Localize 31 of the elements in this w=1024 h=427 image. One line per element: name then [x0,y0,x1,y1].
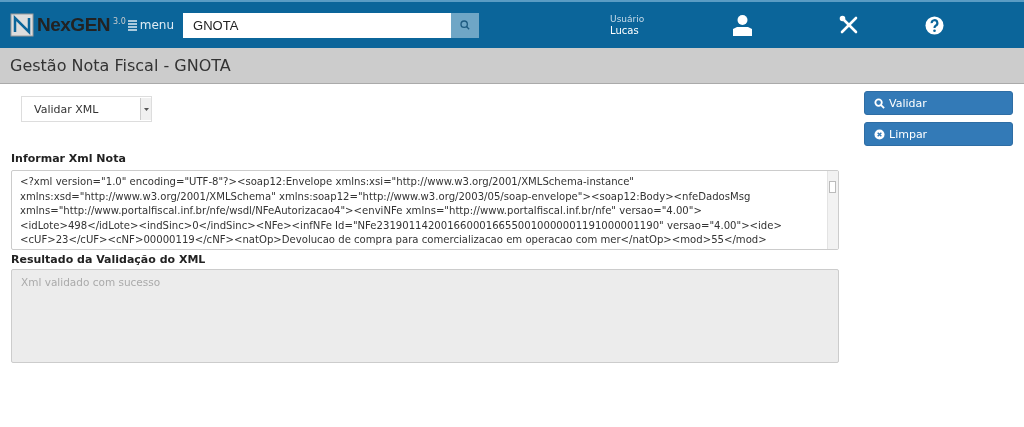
settings-button[interactable] [839,15,860,35]
user-icon [733,14,753,36]
caret-icon [143,107,149,111]
user-label: Usuário [610,14,645,25]
help-icon [925,15,945,35]
search-icon [460,20,471,30]
user-profile-button[interactable] [733,14,753,36]
close-circle-icon [874,128,885,140]
user-name: Lucas [610,25,640,36]
logo-text: NexGEN [37,14,111,36]
menu-icon [127,19,137,31]
validate-button[interactable]: Validar [864,91,1013,115]
xml-textarea[interactable] [11,170,839,250]
search-icon [874,97,885,109]
xml-line: <idLote>498</idLote><indSinc>0</indSinc><NFe><infNFe Id="NFe23190114200166000166550010000001191000001190" versao="4.00"><ide> [20,218,783,233]
tools-icon [839,15,860,35]
search-field[interactable]: GNOTA [183,12,452,38]
version-text: 3.0 [113,17,126,26]
page-title: Gestão Nota Fiscal - GNOTA [10,56,231,75]
action-dropdown[interactable]: Validar XML [21,96,152,122]
menu-button[interactable]: menu [127,18,175,32]
xml-line: xmlns="http://www.portalfiscal.inf.br/nfe/wsdl/NFeAutorizacao4"><enviNFe xmlns="http://www.portalfiscal.inf.br/nfe" versao="4.00"> [20,204,703,219]
clear-button[interactable]: Limpar [864,122,1013,146]
field-label: Informar Xml Nota [11,152,127,165]
help-button[interactable] [925,15,945,35]
xml-line: <?xml version="1.0" encoding="UTF-8"?><soap12:Envelope xmlns:xsi="http://www.w3.org/2001/XMLSchema-instance" [20,175,635,189]
logo-icon [10,13,34,37]
xml-line: xmlns:xsd="http://www.w3.org/2001/XMLSchema" xmlns:soap12="http://www.w3.org/2003/05/soap-envelope"><soap12:Body><nfeDadosMsg [20,189,752,204]
field-label: Resultado da Validação do XML [11,253,207,266]
xml-line: <cUF>23</cUF><cNF>00000119</cNF><natOp>Devolucao de compra para comercializacao em operacao com mer</natOp><mod>55</mod> [20,233,768,248]
scrollbar[interactable] [827,171,838,249]
